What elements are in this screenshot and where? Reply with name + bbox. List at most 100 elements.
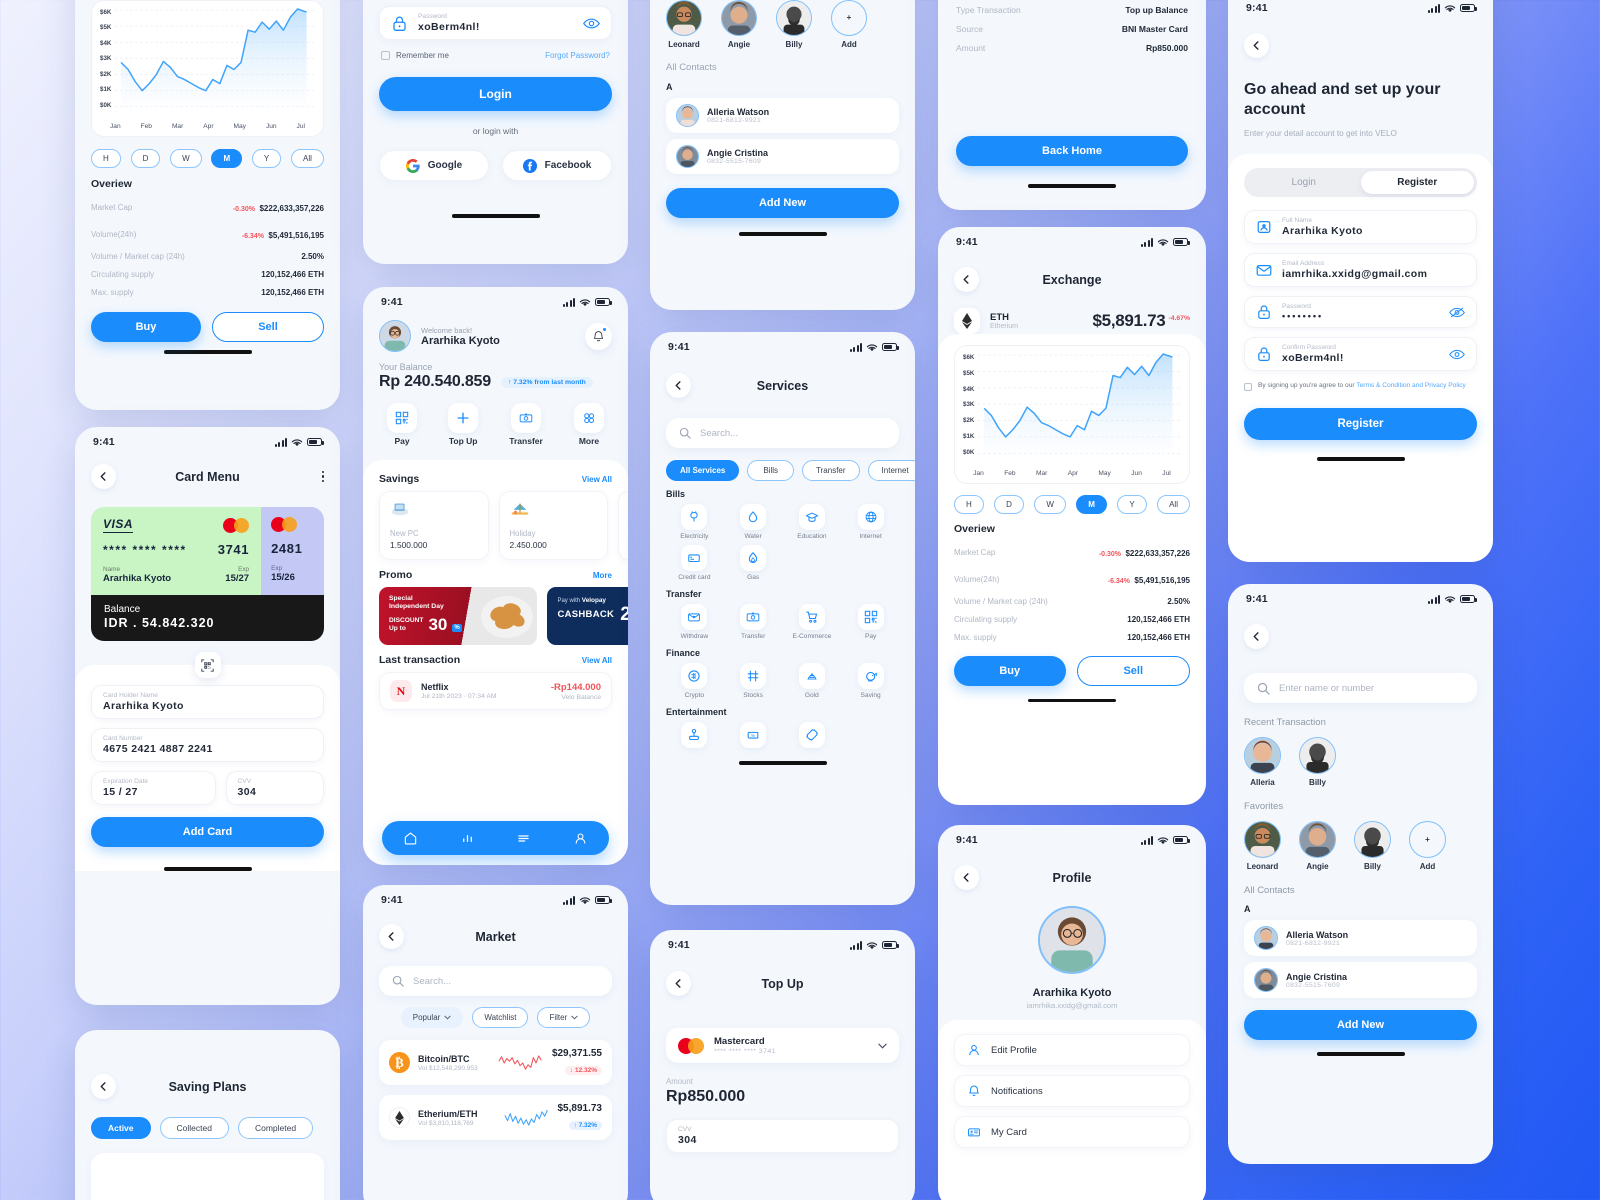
service-water[interactable]: Water <box>725 504 782 540</box>
back-button[interactable] <box>954 865 979 890</box>
favorite-billy[interactable]: Billy <box>1354 821 1391 871</box>
password-field[interactable]: Password xoBerm4nl! <box>379 6 612 40</box>
filter-watchlist[interactable]: Watchlist <box>472 1007 529 1028</box>
transaction-row[interactable]: N Netflix Jul 21th 2023 · 07:34 AM -Rp14… <box>379 672 612 710</box>
qr-scan-button[interactable] <box>194 652 221 678</box>
sell-button[interactable]: Sell <box>1076 655 1190 686</box>
coin-row[interactable]: ₿ Bitcoin/BTC Vol $12,548,290,953 $29,37… <box>379 1040 612 1085</box>
favorite-leonard[interactable]: Leonard <box>666 0 702 49</box>
range-d[interactable]: D <box>130 148 161 168</box>
filter-filter[interactable]: Filter <box>537 1007 591 1028</box>
favorite-angie[interactable]: Angie <box>1299 821 1336 871</box>
service-credit-card[interactable]: Credit card <box>666 545 723 581</box>
range-h[interactable]: H <box>91 148 121 168</box>
range-w[interactable]: W <box>1034 494 1066 514</box>
service-transfer[interactable]: Transfer <box>725 604 782 640</box>
back-button[interactable] <box>91 464 116 489</box>
add-card-button[interactable]: Add Card <box>91 817 324 847</box>
recent-alleria[interactable]: Alleria <box>1244 737 1281 787</box>
forgot-password-link[interactable]: Forgot Password? <box>545 51 610 60</box>
savings-card[interactable]: New PC 1.500.000 <box>379 491 489 560</box>
cvv-field[interactable]: CVV 304 <box>666 1119 899 1153</box>
tab-bills[interactable]: Bills <box>747 460 795 481</box>
back-button[interactable] <box>666 373 691 398</box>
range-all[interactable]: All <box>1157 494 1190 514</box>
home-icon[interactable] <box>403 831 418 846</box>
search-input[interactable]: Search... <box>379 966 612 996</box>
promo-card[interactable]: Pay with Velopay CASHBACK 20 <box>547 587 628 645</box>
recent-billy[interactable]: Billy <box>1299 737 1336 787</box>
service-gas[interactable]: Gas <box>725 545 782 581</box>
last-transaction-view-all[interactable]: View All <box>582 656 612 665</box>
card-primary[interactable]: VISA **** **** **** 3741 Name Ararhika K… <box>91 507 262 595</box>
service-education[interactable]: Education <box>784 504 841 540</box>
range-m[interactable]: M <box>1076 494 1107 514</box>
add-contact-button[interactable]: + Add <box>1409 821 1446 871</box>
tab-login[interactable]: Login <box>1247 171 1361 194</box>
chevron-down-icon[interactable] <box>878 1043 887 1049</box>
card-selector[interactable]: Mastercard **** **** **** 3741 <box>666 1028 899 1063</box>
range-y[interactable]: Y <box>1117 494 1147 514</box>
card-holder-field[interactable]: Card Holder Name Ararhika Kyoto <box>91 685 324 719</box>
back-home-button[interactable]: Back Home <box>956 136 1188 166</box>
add-new-button[interactable]: Add New <box>666 188 899 218</box>
notification-button[interactable] <box>585 322 612 350</box>
service-withdraw[interactable]: Withdraw <box>666 604 723 640</box>
range-all[interactable]: All <box>291 148 324 168</box>
service-electricity[interactable]: Electricity <box>666 504 723 540</box>
savings-card[interactable]: Holiday 2.450.000 <box>498 491 608 560</box>
search-input[interactable]: Enter name or number <box>1244 673 1477 703</box>
eye-icon[interactable] <box>1449 348 1465 361</box>
favorite-billy[interactable]: Billy <box>776 0 812 49</box>
back-button[interactable] <box>379 924 404 949</box>
menu-my-card[interactable]: My Card <box>954 1116 1190 1148</box>
back-button[interactable] <box>1244 33 1269 58</box>
range-y[interactable]: Y <box>251 148 282 168</box>
saving-plan-card[interactable] <box>91 1153 324 1200</box>
range-m[interactable]: M <box>211 148 243 168</box>
savings-view-all[interactable]: View All <box>582 475 612 484</box>
quick-action-pay[interactable]: Pay <box>387 403 417 446</box>
filter-popular[interactable]: Popular <box>400 1007 464 1028</box>
favorite-leonard[interactable]: Leonard <box>1244 821 1281 871</box>
tab-transfer[interactable]: Transfer <box>802 460 860 481</box>
coin-row[interactable]: Etherium/ETH Vol $3,810,118,769 $5,891.7… <box>379 1095 612 1140</box>
tab-active[interactable]: Active <box>91 1117 151 1139</box>
tab-register[interactable]: Register <box>1360 171 1474 195</box>
back-button[interactable] <box>1244 624 1269 649</box>
range-h[interactable]: H <box>954 494 984 514</box>
menu-notifications[interactable]: Notifications <box>954 1075 1190 1107</box>
contact-row[interactable]: Alleria Watson 0821-6812-9921 <box>666 98 899 133</box>
add-new-button[interactable]: Add New <box>1244 1010 1477 1040</box>
facebook-login-button[interactable]: Facebook <box>502 150 612 181</box>
eye-icon[interactable] <box>583 17 600 30</box>
avatar[interactable] <box>379 320 411 352</box>
login-button[interactable]: Login <box>379 77 612 111</box>
promo-more[interactable]: More <box>593 571 612 580</box>
service-ecommerce[interactable]: E-Commerce <box>784 604 841 640</box>
statistics-icon[interactable] <box>460 831 475 846</box>
range-d[interactable]: D <box>994 494 1024 514</box>
terms-link[interactable]: Terms & Condition and Privacy Policy <box>1356 382 1466 389</box>
menu-icon[interactable] <box>516 831 531 846</box>
service-games[interactable] <box>666 722 723 751</box>
service-internet[interactable]: Internet <box>842 504 899 540</box>
menu-edit-profile[interactable]: Edit Profile <box>954 1034 1190 1066</box>
more-options-icon[interactable] <box>321 470 324 483</box>
tab-collected[interactable]: Collected <box>159 1117 229 1139</box>
back-button[interactable] <box>954 267 979 292</box>
remember-me-checkbox[interactable]: Remember me <box>381 51 449 60</box>
full-name-field[interactable]: Full Name Ararhika Kyoto <box>1244 210 1477 245</box>
service-crypto[interactable]: Crypto <box>666 663 723 699</box>
sell-button[interactable]: Sell <box>212 311 324 342</box>
back-button[interactable] <box>91 1074 116 1099</box>
eye-off-icon[interactable] <box>1449 306 1465 319</box>
card-secondary[interactable]: 2481 Exp 15/26 <box>261 507 324 595</box>
contact-row[interactable]: Angie Cristina 0832-5515-7609 <box>666 139 899 174</box>
service-ticket[interactable] <box>784 722 841 751</box>
expiration-field[interactable]: Expiration Date 15 / 27 <box>91 771 216 805</box>
terms-checkbox-row[interactable]: By signing up you're agree to our Terms … <box>1244 381 1477 392</box>
tab-all-services[interactable]: All Services <box>666 460 740 481</box>
quick-action-more[interactable]: More <box>573 403 604 446</box>
savings-card[interactable]: Education 1.700.000 <box>618 491 628 560</box>
